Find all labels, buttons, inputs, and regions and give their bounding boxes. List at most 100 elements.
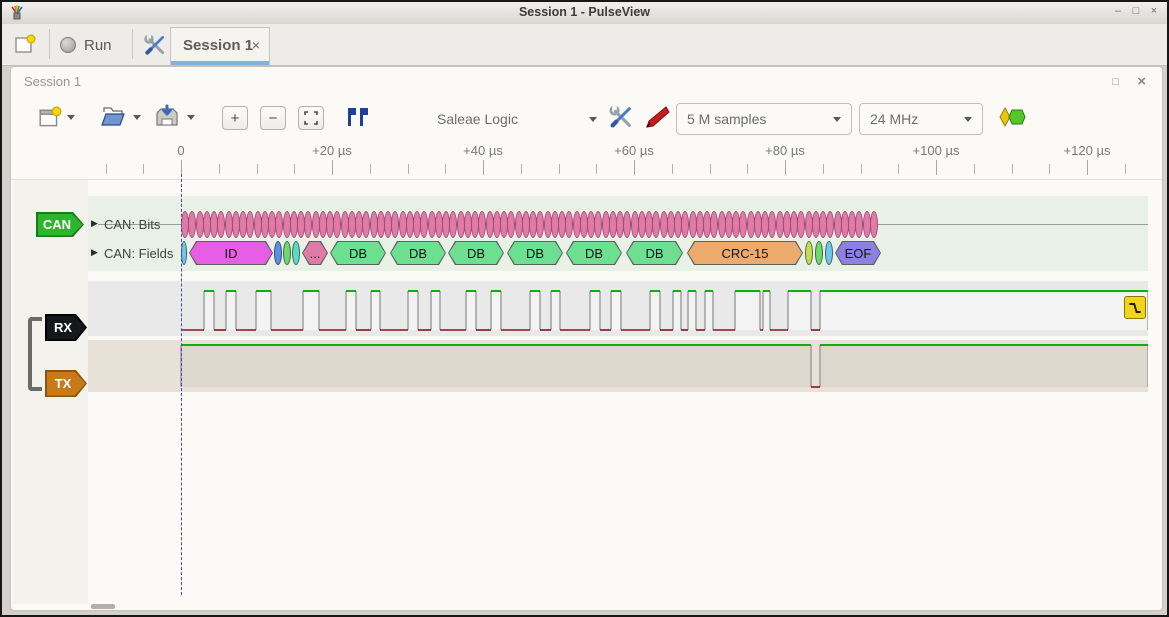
- horizontal-scrollbar-handle[interactable]: [91, 604, 115, 609]
- ruler-tick: [219, 164, 220, 174]
- wrench-screwdriver-icon: [608, 104, 634, 130]
- trigger-flags-button[interactable]: [345, 105, 371, 129]
- field-annotation--: ...: [302, 241, 328, 265]
- ruler-tick: [672, 164, 673, 174]
- zoom-out-icon: −: [269, 110, 278, 127]
- ruler-tick: [936, 160, 937, 175]
- close-icon[interactable]: ×: [1145, 5, 1163, 17]
- sample-rate-dropdown-icon: [964, 117, 972, 122]
- ruler-tick: [634, 160, 635, 175]
- maximize-icon[interactable]: □: [1127, 5, 1145, 17]
- pulseview-window: Session 1 - PulseView – □ × Run: [0, 0, 1169, 617]
- flags-icon: [346, 106, 370, 128]
- trigger-marker[interactable]: [1124, 296, 1146, 319]
- field-annotation-db: DB: [566, 241, 622, 265]
- minimize-icon[interactable]: –: [1109, 5, 1127, 17]
- field-annotation-db: DB: [626, 241, 683, 265]
- tab-close-icon[interactable]: ×: [252, 37, 260, 53]
- ruler-tick: [445, 164, 446, 174]
- ruler-tick: [747, 164, 748, 174]
- sample-count-select[interactable]: 5 M samples: [676, 103, 852, 135]
- save-dropdown-icon[interactable]: [187, 115, 195, 120]
- field-annotation: [274, 241, 282, 265]
- field-annotation: [815, 241, 823, 265]
- sample-rate-select[interactable]: 24 MHz: [859, 103, 983, 135]
- ruler-tick: [1012, 164, 1013, 174]
- ruler-label: +120 µs: [1064, 143, 1111, 158]
- bits-row-expander-icon[interactable]: ▶: [91, 218, 98, 229]
- field-annotation: [825, 241, 833, 265]
- ruler-tick: [823, 164, 824, 174]
- decoder-tag-can[interactable]: CAN: [36, 212, 84, 237]
- field-annotation-db: DB: [390, 241, 446, 265]
- bits-row-label: CAN: Bits: [104, 217, 160, 232]
- ruler-tick: [294, 164, 295, 174]
- run-led-icon: [60, 37, 76, 53]
- session-title: Session 1: [24, 74, 81, 89]
- fields-row-label: CAN: Fields: [104, 246, 173, 261]
- probe-icon: [644, 104, 670, 130]
- open-button[interactable]: [99, 103, 127, 131]
- rx-waveform[interactable]: [88, 281, 1148, 336]
- zoom-in-button[interactable]: +: [222, 106, 248, 130]
- ruler-tick: [521, 164, 522, 174]
- channel-tag-rx[interactable]: RX: [45, 314, 87, 341]
- tab-active-indicator: [171, 61, 269, 65]
- channel-group-bracket[interactable]: [28, 317, 42, 391]
- tab-session-1[interactable]: Session 1 ×: [170, 27, 270, 65]
- wrench-screwdriver-icon: [143, 33, 167, 57]
- main-toolbar: Run Session 1 ×: [2, 24, 1167, 66]
- zoom-out-button[interactable]: −: [260, 106, 286, 130]
- settings-button[interactable]: [140, 30, 170, 60]
- ruler-label: +40 µs: [463, 143, 503, 158]
- ruler-tick: [332, 160, 333, 175]
- ruler-tick: [710, 164, 711, 174]
- ruler-tick: [181, 160, 182, 175]
- device-config-button[interactable]: [607, 103, 635, 131]
- field-annotation: [805, 241, 813, 265]
- field-annotation: [292, 241, 300, 265]
- toolbar-separator: [49, 29, 50, 59]
- titlebar[interactable]: Session 1 - PulseView – □ ×: [2, 2, 1167, 25]
- close-session-icon[interactable]: ×: [1137, 73, 1146, 90]
- sample-rate-value: 24 MHz: [870, 111, 918, 127]
- device-name: Saleae Logic: [437, 111, 518, 127]
- can-bits-annotations: [181, 211, 887, 238]
- field-annotation: [283, 241, 291, 265]
- sample-count-dropdown-icon: [833, 117, 841, 122]
- channel-tag-tx[interactable]: TX: [45, 370, 87, 397]
- float-window-icon[interactable]: □: [1112, 76, 1119, 88]
- ruler-tick: [898, 164, 899, 174]
- ruler-tick: [596, 164, 597, 174]
- ruler-tick: [559, 164, 560, 174]
- zoom-fit-button[interactable]: [298, 106, 324, 130]
- decoder-shapes-icon: [999, 107, 1027, 127]
- tx-waveform[interactable]: [88, 340, 1148, 392]
- window-title: Session 1 - PulseView: [2, 5, 1167, 19]
- run-button[interactable]: Run: [60, 30, 124, 60]
- ruler-tick: [143, 164, 144, 174]
- bit-annotation: [870, 211, 878, 238]
- ruler-label: +100 µs: [913, 143, 960, 158]
- session-subwindow: Session 1 □ ×: [10, 66, 1163, 611]
- time-zero-cursor[interactable]: [181, 174, 182, 595]
- add-decoder-button[interactable]: [999, 107, 1027, 127]
- field-annotation-id: ID: [189, 241, 273, 265]
- run-label: Run: [84, 37, 112, 54]
- save-button[interactable]: [153, 103, 181, 131]
- ruler-tick: [1049, 164, 1050, 174]
- ruler-tick: [1125, 164, 1126, 174]
- open-dropdown-icon[interactable]: [133, 115, 141, 120]
- new-session-button[interactable]: [10, 30, 40, 60]
- new-view-button[interactable]: [37, 105, 63, 131]
- ruler-label: +60 µs: [614, 143, 654, 158]
- ruler-tick: [408, 164, 409, 174]
- new-view-dropdown-icon[interactable]: [67, 115, 75, 120]
- device-select[interactable]: Saleae Logic: [437, 103, 597, 135]
- ruler-label: +20 µs: [312, 143, 352, 158]
- sample-count-value: 5 M samples: [687, 111, 766, 127]
- ruler-tick: [257, 164, 258, 174]
- fields-row-expander-icon[interactable]: ▶: [91, 247, 98, 258]
- ruler-tick: [1087, 160, 1088, 175]
- channels-button[interactable]: [643, 103, 671, 131]
